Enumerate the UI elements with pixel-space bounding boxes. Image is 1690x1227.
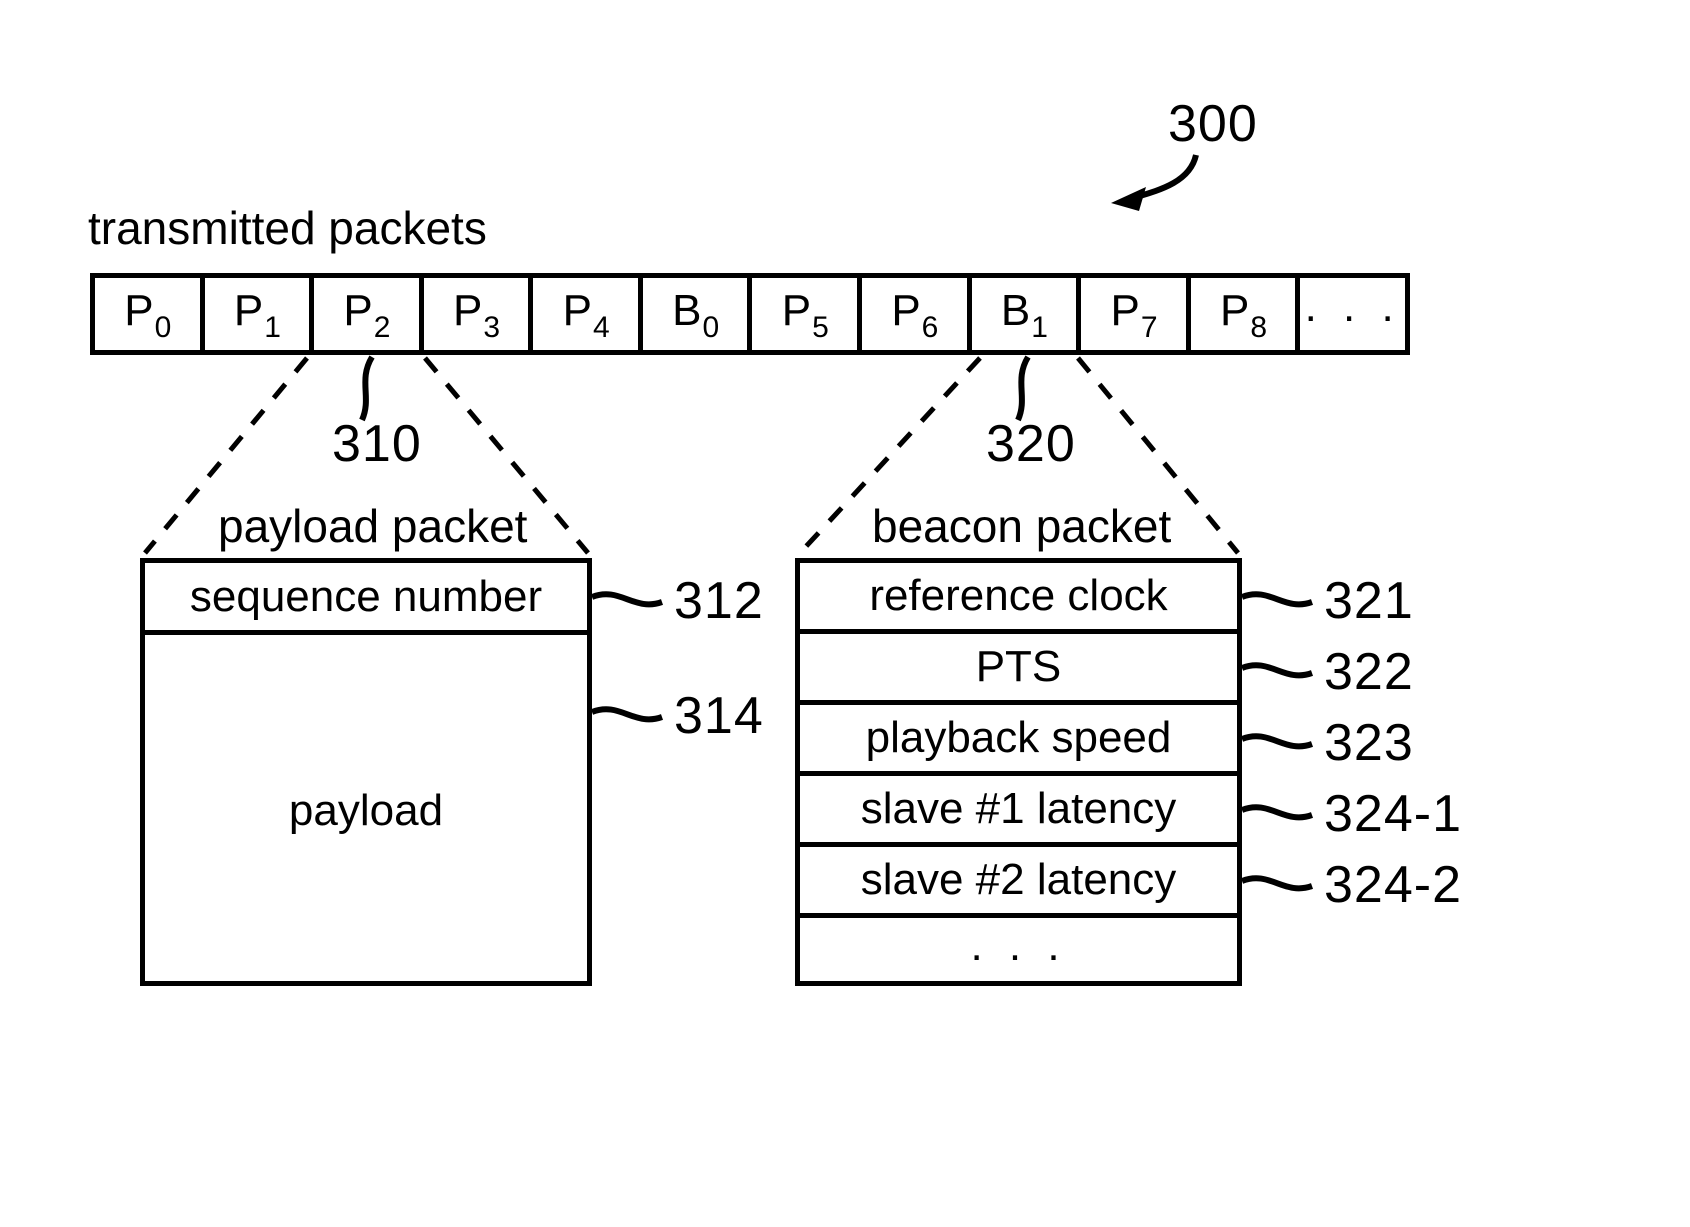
ref-314-leader bbox=[590, 706, 664, 723]
ref-321: 321 bbox=[1324, 572, 1414, 630]
field-label: reference clock bbox=[869, 571, 1168, 620]
ref-310-leader bbox=[359, 355, 375, 422]
packet-label: P3 bbox=[453, 286, 501, 344]
packet-label: P8 bbox=[1220, 286, 1268, 344]
transmitted-packets-strip: P0 P1 P2 P3 P4 B0 P5 P6 B1 P7 P8 . . . bbox=[90, 273, 1410, 355]
packet-cell[interactable]: P2 bbox=[314, 278, 424, 350]
field-sequence-number[interactable]: sequence number bbox=[145, 563, 587, 635]
ref-322: 322 bbox=[1324, 643, 1414, 701]
ref-320: 320 bbox=[986, 415, 1076, 473]
packet-cell[interactable]: P4 bbox=[533, 278, 643, 350]
packet-cell[interactable]: P5 bbox=[752, 278, 863, 350]
packet-label: P4 bbox=[562, 286, 610, 344]
packet-cell[interactable]: B1 bbox=[972, 278, 1082, 350]
packet-label: B0 bbox=[672, 286, 720, 344]
beacon-packet-box: reference clock PTS playback speed slave… bbox=[795, 558, 1242, 986]
field-label: payload bbox=[288, 785, 444, 835]
transmitted-packets-title: transmitted packets bbox=[88, 202, 487, 254]
ref-324-2-leader bbox=[1240, 875, 1314, 892]
packet-cell[interactable]: P6 bbox=[862, 278, 972, 350]
packet-cell[interactable]: P0 bbox=[95, 278, 205, 350]
beacon-packet-caption: beacon packet bbox=[872, 500, 1172, 552]
payload-packet-caption: payload packet bbox=[218, 500, 528, 552]
packet-cell[interactable]: B0 bbox=[643, 278, 753, 350]
field-label: slave #2 latency bbox=[860, 855, 1177, 904]
patent-figure-300: 300 transmitted packets P0 P1 P2 P3 P4 B… bbox=[0, 0, 1690, 1227]
ref-323-leader bbox=[1240, 733, 1314, 750]
ref-312: 312 bbox=[674, 572, 764, 630]
field-label: PTS bbox=[975, 642, 1062, 691]
packet-label: P1 bbox=[233, 286, 281, 344]
field-label: slave #1 latency bbox=[860, 784, 1177, 833]
ref-320-leader bbox=[1015, 355, 1031, 422]
field-slave-2-latency[interactable]: slave #2 latency bbox=[800, 847, 1237, 918]
ref-310: 310 bbox=[332, 415, 422, 473]
packet-cell[interactable]: P7 bbox=[1081, 278, 1191, 350]
packet-cell[interactable]: P3 bbox=[424, 278, 534, 350]
packet-label: P5 bbox=[781, 286, 829, 344]
field-more: . . . bbox=[800, 918, 1237, 986]
packet-label: P7 bbox=[1110, 286, 1158, 344]
beacon-fields-ellipsis: . . . bbox=[970, 921, 1067, 970]
figure-ref-arrow bbox=[1132, 154, 1199, 201]
ref-322-leader bbox=[1240, 662, 1314, 679]
field-payload[interactable]: payload bbox=[145, 635, 587, 986]
field-reference-clock[interactable]: reference clock bbox=[800, 563, 1237, 634]
payload-packet-box: sequence number payload bbox=[140, 558, 592, 986]
field-playback-speed[interactable]: playback speed bbox=[800, 705, 1237, 776]
packet-cell-more: . . . bbox=[1300, 278, 1405, 350]
packet-label: P2 bbox=[343, 286, 391, 344]
ref-323: 323 bbox=[1324, 714, 1414, 772]
packet-label: B1 bbox=[1000, 286, 1048, 344]
ref-321-leader bbox=[1240, 591, 1314, 608]
field-label: playback speed bbox=[865, 713, 1172, 762]
field-label: sequence number bbox=[189, 571, 543, 621]
packet-label: P6 bbox=[891, 286, 939, 344]
packets-ellipsis: . . . bbox=[1304, 282, 1401, 331]
field-pts[interactable]: PTS bbox=[800, 634, 1237, 705]
ref-324-2: 324-2 bbox=[1324, 856, 1462, 914]
packet-cell[interactable]: P8 bbox=[1191, 278, 1301, 350]
ref-314: 314 bbox=[674, 687, 764, 745]
ref-324-1-leader bbox=[1240, 804, 1314, 821]
figure-ref-300: 300 bbox=[1168, 95, 1258, 153]
ref-324-1: 324-1 bbox=[1324, 785, 1462, 843]
packet-label: P0 bbox=[124, 286, 172, 344]
ref-312-leader bbox=[590, 591, 664, 608]
packet-cell[interactable]: P1 bbox=[205, 278, 315, 350]
field-slave-1-latency[interactable]: slave #1 latency bbox=[800, 776, 1237, 847]
figure-ref-arrowhead bbox=[1111, 187, 1146, 211]
